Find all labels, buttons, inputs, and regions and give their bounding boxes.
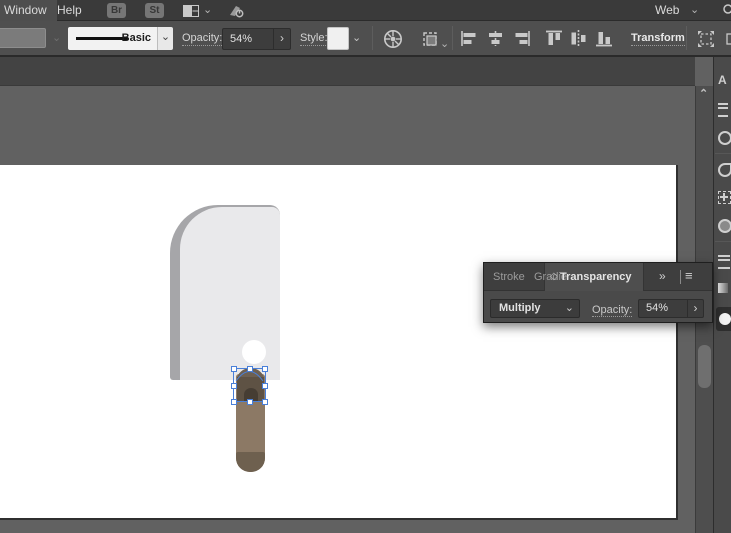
document-canvas[interactable]: ⌃ A — [0, 57, 731, 533]
stock-button[interactable]: St — [145, 3, 164, 18]
symbols-panel-icon[interactable] — [718, 191, 731, 205]
style-label[interactable]: Style: — [300, 32, 328, 46]
transparency-panel-icon[interactable] — [716, 307, 731, 331]
separator — [372, 26, 373, 50]
transform-link[interactable]: Transform — [631, 32, 685, 46]
gradient-panel-icon[interactable] — [718, 283, 731, 297]
align-right-icon[interactable] — [512, 31, 531, 46]
selection-handle[interactable] — [262, 383, 268, 389]
panel-opacity-input[interactable]: 54% — [638, 299, 688, 318]
selection-handle[interactable] — [231, 366, 237, 372]
fill-color-swatch[interactable] — [0, 28, 46, 48]
panel-menu-icon[interactable]: ≡ — [685, 263, 693, 291]
stroke-style-preview[interactable]: Basic — [68, 27, 157, 50]
align-top-icon[interactable] — [546, 30, 562, 47]
recolor-artwork-icon[interactable] — [383, 29, 403, 49]
fill-chevron-icon[interactable]: ⌄ — [52, 33, 61, 43]
color-guide-panel-icon[interactable] — [718, 219, 731, 233]
selection-handle[interactable] — [247, 399, 253, 405]
workspace-switcher-icon[interactable] — [183, 5, 199, 17]
tab-transparency[interactable]: Transparency — [560, 263, 632, 291]
illustrator-window: Window Help Br St ⌄ Web ⌄ — [0, 0, 731, 533]
dock-divider — [715, 241, 731, 242]
cleaver-blade-hole[interactable] — [242, 340, 266, 364]
separator — [452, 26, 453, 50]
style-chevron-icon[interactable]: ⌄ — [352, 33, 361, 43]
stroke-style-chevron-icon[interactable]: ⌄ — [157, 27, 173, 50]
tab-stroke[interactable]: Stroke — [493, 263, 525, 291]
blend-mode-select[interactable]: Multiply ⌄ — [490, 299, 580, 318]
dock-divider — [715, 153, 731, 154]
clipped-toolbar-icon[interactable] — [726, 29, 731, 49]
blend-mode-value: Multiply — [499, 302, 541, 314]
workspace-value[interactable]: Web — [655, 0, 679, 21]
stroke-style-name: Basic — [122, 32, 151, 44]
opacity-stepper-icon[interactable]: › — [274, 28, 291, 50]
artboard-options-icon[interactable] — [420, 29, 440, 49]
artboard[interactable] — [0, 165, 678, 520]
selection-path-arc — [0, 165, 678, 520]
control-bar: ⌄ Basic ⌄ Opacity: 54% › Style: ⌄ — [0, 21, 731, 57]
selection-handle[interactable] — [231, 383, 237, 389]
transparency-panel: Stroke Gradie ◇ Transparency » ≡ Multipl… — [483, 262, 713, 323]
search-icon[interactable] — [722, 3, 731, 17]
collapse-panel-icon[interactable]: » — [659, 263, 667, 291]
menu-bar: Window Help Br St ⌄ Web ⌄ — [0, 0, 731, 21]
stroke-line-sample — [76, 37, 128, 40]
panel-opacity-stepper-icon[interactable]: › — [688, 299, 704, 318]
selection-handle[interactable] — [262, 399, 268, 405]
workspace-chevron-icon[interactable]: ⌄ — [203, 5, 212, 15]
align-center-icon[interactable] — [486, 31, 505, 46]
character-panel-icon[interactable]: A — [718, 73, 731, 87]
stroke-panel-icon[interactable] — [718, 255, 731, 269]
panel-dock: A — [713, 57, 731, 533]
menu-help[interactable]: Help — [47, 0, 92, 21]
tab-cycle-icon[interactable]: ◇ — [550, 263, 558, 291]
gpu-performance-icon[interactable] — [227, 3, 245, 18]
selection-handle[interactable] — [247, 366, 253, 372]
cleaver-handle-tip-shade[interactable] — [236, 452, 265, 472]
scrollbar-thumb[interactable] — [698, 345, 711, 388]
blend-mode-chevron-icon: ⌄ — [565, 301, 574, 314]
workspace-value-chevron-icon[interactable]: ⌄ — [690, 5, 699, 15]
align-vertical-center-icon[interactable] — [570, 30, 587, 47]
appearance-panel-icon[interactable] — [718, 103, 731, 117]
panel-header-divider — [680, 270, 681, 284]
bridge-button[interactable]: Br — [107, 3, 126, 18]
separator — [686, 26, 687, 50]
scroll-up-arrow-icon[interactable]: ⌃ — [699, 87, 708, 100]
color-panel-icon[interactable] — [718, 131, 731, 145]
selection-bounding-box — [233, 368, 266, 402]
brushes-panel-icon[interactable] — [718, 163, 731, 177]
panel-opacity-label[interactable]: Opacity: — [592, 304, 632, 317]
opacity-label[interactable]: Opacity: — [182, 32, 222, 46]
panel-tab-bar: Stroke Gradie ◇ Transparency » ≡ — [484, 263, 712, 291]
selection-handle[interactable] — [262, 366, 268, 372]
align-left-icon[interactable] — [460, 31, 479, 46]
opacity-input[interactable]: 54% — [222, 28, 274, 50]
graphic-style-swatch[interactable] — [327, 27, 349, 50]
canvas-top-strip — [0, 57, 695, 86]
artboard-chevron-icon[interactable]: ⌄ — [440, 39, 449, 49]
selection-handle[interactable] — [231, 399, 237, 405]
free-transform-icon[interactable] — [694, 29, 718, 49]
align-bottom-icon[interactable] — [596, 30, 612, 47]
